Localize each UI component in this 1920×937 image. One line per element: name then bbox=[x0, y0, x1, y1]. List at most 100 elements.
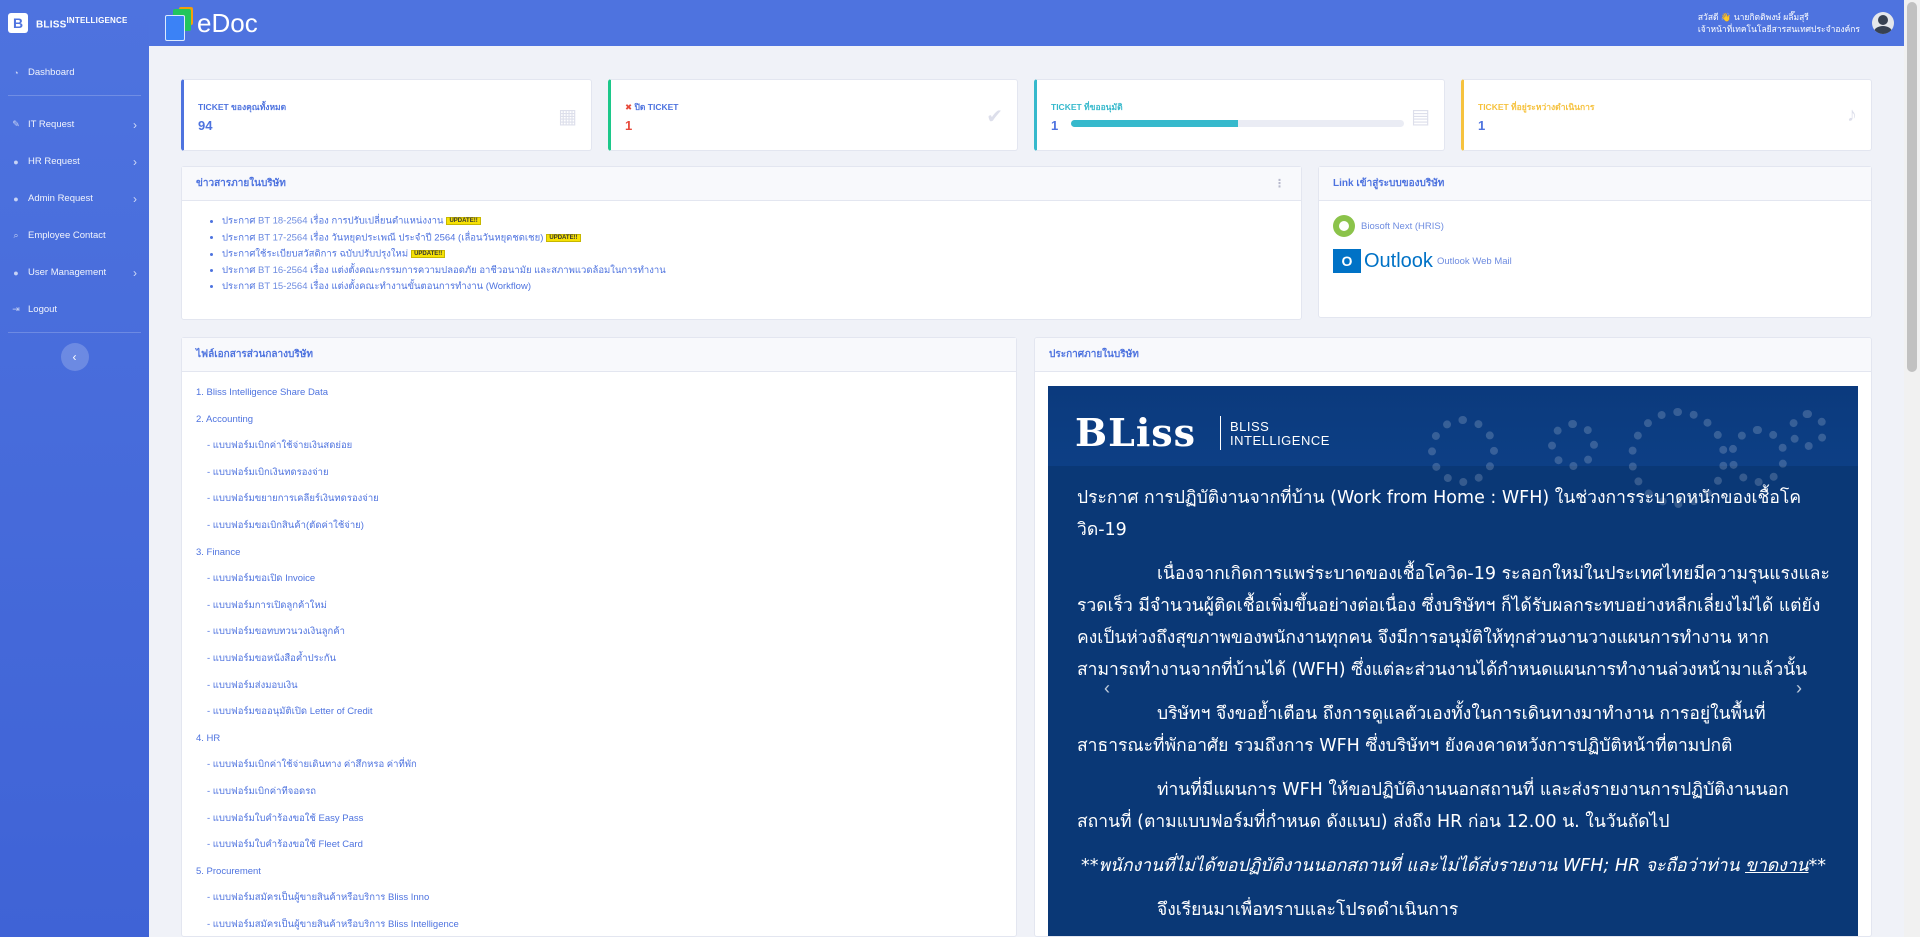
sidebar-item-hr-request[interactable]: ● HR Request › bbox=[0, 143, 149, 180]
sidebar-item-dashboard[interactable]: ◔ Dashboard bbox=[0, 54, 149, 91]
file-link[interactable]: - แบบฟอร์มเบิกค่าทีจอดรถ bbox=[196, 779, 1002, 806]
gear-icon bbox=[1548, 420, 1598, 470]
news-card-header: ข่าวสารภายในบริษัท ⋮ bbox=[182, 167, 1301, 201]
carousel-prev-button[interactable]: ‹ bbox=[1104, 678, 1110, 699]
news-item[interactable]: ประกาศ BT 16-2564 เรื่อง แต่งตั้งคณะกรรม… bbox=[222, 263, 1301, 279]
logo-sub-line: INTELLIGENCE bbox=[1230, 433, 1330, 448]
file-link[interactable]: - แบบฟอร์มสมัครเป็นผู้ขายสินค้าหรือบริกา… bbox=[196, 912, 1002, 937]
file-link[interactable]: - แบบฟอร์มขอเปิด Invoice bbox=[196, 566, 1002, 593]
links-card: Link เข้าสู่ระบบของบริษัท Biosoft Next (… bbox=[1318, 166, 1872, 318]
announcement-note: **พนักงานที่ไม่ได้ขอปฏิบัติงานนอกสถานที่… bbox=[1077, 850, 1830, 882]
gear-icon bbox=[1628, 408, 1728, 508]
edoc-logo-icon bbox=[163, 5, 195, 41]
dashboard-icon: ◔ bbox=[13, 67, 19, 78]
stat-card-closed-tickets[interactable]: ✖ ปิด TICKET 1 ✔ bbox=[608, 79, 1018, 151]
biosoft-logo-icon bbox=[1333, 215, 1355, 237]
update-badge: UPDATE!! bbox=[411, 250, 446, 259]
announcement-carousel[interactable]: BLiss BLISS INTELLIGENCE ประกาศ การปฏิบั… bbox=[1048, 386, 1858, 936]
files-card-header: ไฟล์เอกสารส่วนกลางบริษัท bbox=[182, 338, 1016, 372]
sidebar-item-label: Employee Contact bbox=[28, 230, 106, 241]
outlook-link[interactable]: O Outlook Outlook Web Mail bbox=[1319, 249, 1871, 273]
stat-title: TICKET ที่อยู่ระหว่างดำเนินการ bbox=[1478, 102, 1595, 112]
news-title: ข่าวสารภายในบริษัท bbox=[196, 178, 286, 189]
avatar[interactable] bbox=[1872, 12, 1894, 34]
sidebar-item-label: User Management bbox=[28, 267, 107, 278]
file-link[interactable]: - แบบฟอร์มขออนุมัติเปิด Letter of Credit bbox=[196, 699, 1002, 726]
user-gear-icon: ● bbox=[13, 267, 19, 278]
news-item-prefix: ประกาศ bbox=[222, 280, 258, 292]
outlook-logo-icon: O bbox=[1333, 249, 1361, 273]
file-link[interactable]: - แบบฟอร์มใบคำร้องขอใช้ Fleet Card bbox=[196, 832, 1002, 859]
announcement-paragraph: เนื่องจากเกิดการแพร่ระบาดของเชื้อโควิด-1… bbox=[1077, 564, 1830, 680]
sidebar-toggle-button[interactable]: ‹ bbox=[60, 343, 89, 371]
file-link[interactable]: - แบบฟอร์มขยายการเคลียร์เงินทดรองจ่าย bbox=[196, 486, 1002, 513]
topbar: eDoc สวัสดี 👋 นายกิตติพงษ์ ผลึ๊มสุรี เจ้… bbox=[149, 0, 1904, 46]
scrollbar-thumb[interactable] bbox=[1907, 2, 1917, 372]
announcement-paragraph: บริษัทฯ จึงขอย้ำเตือน ถึงการดูแลตัวเองทั… bbox=[1077, 704, 1766, 756]
chevron-right-icon: › bbox=[133, 191, 137, 206]
clipboard-icon: ▤ bbox=[1411, 106, 1430, 128]
note-text: ** bbox=[1808, 856, 1827, 876]
carousel-next-button[interactable]: › bbox=[1796, 678, 1802, 699]
file-link[interactable]: - แบบฟอร์มขอหนังสือค้ำประกัน bbox=[196, 646, 1002, 673]
sidebar-item-label: Admin Request bbox=[28, 193, 93, 204]
biosoft-link[interactable]: Biosoft Next (HRIS) bbox=[1319, 215, 1871, 237]
news-item-prefix: ประกาศ bbox=[222, 215, 258, 227]
file-link[interactable]: - แบบฟอร์มใบคำร้องขอใช้ Easy Pass bbox=[196, 806, 1002, 833]
news-item[interactable]: ประกาศ BT 18-2564 เรื่อง การปรับเปลี่ยนต… bbox=[222, 213, 1301, 230]
files-list: 1. Bliss Intelligence Share Data 2. Accou… bbox=[182, 372, 1016, 937]
sidebar-item-user-management[interactable]: ● User Management › bbox=[0, 254, 149, 291]
file-link[interactable]: - แบบฟอร์มเบิกค่าใช้จ่ายเงินสดย่อย bbox=[196, 433, 1002, 460]
announcement-closing: จึงเรียนมาเพื่อทราบและโปรดดำเนินการ bbox=[1157, 900, 1459, 920]
file-link[interactable]: - แบบฟอร์มขอทบทวนวงเงินลูกค้า bbox=[196, 619, 1002, 646]
sidebar-item-label: Dashboard bbox=[28, 67, 75, 78]
news-item-code: BT 17-2564 bbox=[258, 232, 308, 244]
gear-icon bbox=[1728, 426, 1788, 486]
sidebar-item-admin-request[interactable]: ● Admin Request › bbox=[0, 180, 149, 217]
file-link[interactable]: - แบบฟอร์มส่งมอบเงิน bbox=[196, 673, 1002, 700]
news-item-text: เรื่อง การปรับเปลี่ยนตำแหน่งงาน bbox=[307, 215, 444, 227]
brand[interactable]: B BLISSINTELLIGENCE bbox=[0, 0, 149, 46]
news-item-text: เรื่อง แต่งตั้งคณะทำงานขั้นตอนการทำงาน (… bbox=[307, 280, 531, 292]
file-category[interactable]: 4. HR bbox=[196, 726, 1002, 753]
news-item[interactable]: ประกาศ BT 17-2564 เรื่อง วันหยุดประเพณี … bbox=[222, 230, 1301, 247]
news-item[interactable]: ประกาศ BT 15-2564 เรื่อง แต่งตั้งคณะทำงา… bbox=[222, 279, 1301, 295]
file-category[interactable]: 2. Accounting bbox=[196, 407, 1002, 434]
file-category[interactable]: 5. Procurement bbox=[196, 859, 1002, 886]
announcement-paragraph: ท่านที่มีแผนการ WFH ให้ขอปฏิบัติงานนอกสถ… bbox=[1077, 780, 1789, 832]
sidebar-item-employee-contact[interactable]: ⌕ Employee Contact bbox=[0, 217, 149, 254]
user-info[interactable]: สวัสดี 👋 นายกิตติพงษ์ ผลึ๊มสุรี เจ้าหน้า… bbox=[1698, 11, 1860, 35]
stat-card-pending-approval[interactable]: TICKET ที่ขออนุมัติ 1 ▤ bbox=[1034, 79, 1445, 151]
sidebar-item-logout[interactable]: ⇥ Logout bbox=[0, 291, 149, 328]
outlook-link-label: Outlook Web Mail bbox=[1436, 255, 1512, 267]
stat-title: TICKET ที่ขออนุมัติ bbox=[1051, 102, 1123, 112]
stat-card-in-progress[interactable]: TICKET ที่อยู่ระหว่างดำเนินการ 1 ♪ bbox=[1461, 79, 1872, 151]
file-link[interactable]: - แบบฟอร์มเบิกค่าใช้จ่ายเดินทาง ค่าสึกหร… bbox=[196, 752, 1002, 779]
file-link[interactable]: - แบบฟอร์มขอเบิกสินค้า(ตัดค่าใช้จ่าย) bbox=[196, 513, 1002, 540]
file-link[interactable]: - แบบฟอร์มเบิกเงินทดรองจ่าย bbox=[196, 460, 1002, 487]
sidebar-item-it-request[interactable]: ✎ IT Request › bbox=[0, 106, 149, 143]
sidebar-item-label: Logout bbox=[28, 304, 58, 315]
news-item-code: BT 15-2564 bbox=[258, 280, 308, 292]
stat-value: 94 bbox=[198, 118, 213, 133]
user-icon: ● bbox=[13, 156, 19, 167]
note-text: **พนักงานที่ไม่ได้ขอปฏิบัติงานนอกสถานที่… bbox=[1080, 856, 1746, 876]
sidebar-item-label: IT Request bbox=[28, 119, 75, 130]
links-card-header: Link เข้าสู่ระบบของบริษัท bbox=[1319, 167, 1871, 201]
file-link[interactable]: - แบบฟอร์มการเปิดลูกค้าใหม่ bbox=[196, 593, 1002, 620]
file-link[interactable]: - แบบฟอร์มสมัครเป็นผู้ขายสินค้าหรือบริกา… bbox=[196, 885, 1002, 912]
logo-sub-line: BLISS bbox=[1230, 419, 1270, 434]
more-options-icon[interactable]: ⋮ bbox=[1274, 177, 1285, 190]
stat-card-all-tickets[interactable]: TICKET ของคุณทั้งหมด 94 ▦ bbox=[181, 79, 592, 151]
app-logo[interactable]: eDoc bbox=[163, 5, 258, 41]
banner-header: BLiss BLISS INTELLIGENCE bbox=[1048, 386, 1858, 508]
announcement-card-header: ประกาศภายในบริษัท bbox=[1035, 338, 1871, 372]
file-category[interactable]: 3. Finance bbox=[196, 540, 1002, 567]
news-item[interactable]: ประกาศใช้ระเบียบสวัสดิการ ฉบับปรับปรุงให… bbox=[222, 246, 1301, 263]
brand-text: BLISSINTELLIGENCE bbox=[36, 15, 128, 31]
news-item-text: เรื่อง วันหยุดประเพณี ประจำปี 2564 (เลื่… bbox=[307, 232, 544, 244]
close-icon: ✖ bbox=[625, 102, 633, 112]
page-scrollbar[interactable] bbox=[1904, 0, 1920, 937]
file-category[interactable]: 1. Bliss Intelligence Share Data bbox=[196, 380, 1002, 407]
logout-icon: ⇥ bbox=[12, 304, 20, 314]
